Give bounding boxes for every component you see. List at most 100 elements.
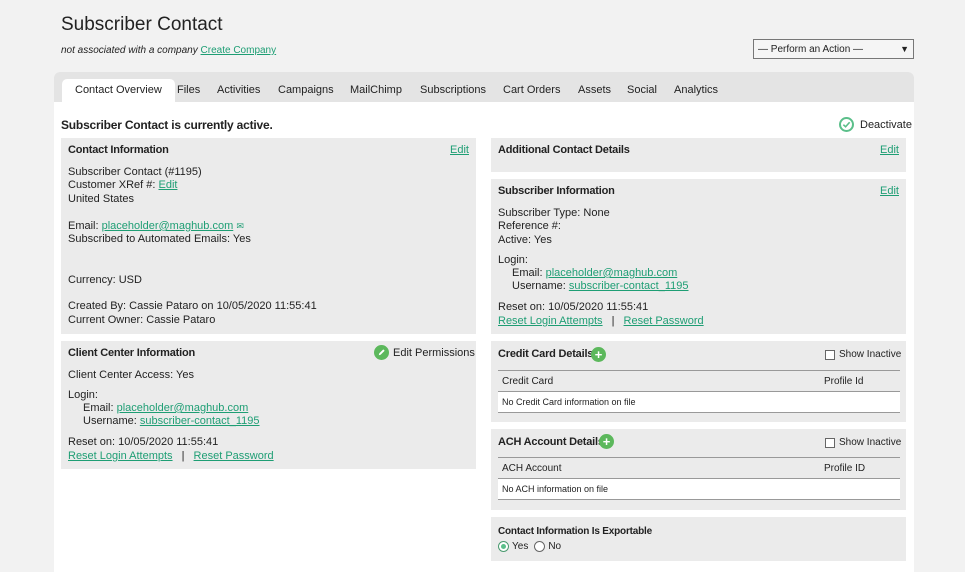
card-title: Credit Card Details: [498, 348, 594, 360]
column-header: Credit Card: [502, 376, 554, 387]
username-link[interactable]: subscriber-contact_1195: [569, 280, 689, 292]
reset-on-line: Reset on: 10/05/2020 11:55:41: [68, 436, 219, 448]
card-title: Contact Information: [68, 144, 169, 156]
show-inactive-checkbox[interactable]: [825, 437, 835, 448]
login-label: Login:: [498, 254, 528, 266]
subscribed-line: Subscribed to Automated Emails: Yes: [68, 233, 251, 245]
login-email-line: Email: placeholder@maghub.com: [83, 402, 248, 414]
table-header: Credit Card Profile Id: [498, 370, 900, 392]
show-inactive-toggle[interactable]: Show Inactive: [825, 349, 901, 360]
ach-account-card: ACH Account Details + Show Inactive ACH …: [491, 429, 906, 510]
tab-campaigns[interactable]: Campaigns: [278, 84, 334, 96]
username-label: Username:: [512, 280, 566, 292]
edit-permissions-button[interactable]: Edit Permissions: [374, 345, 475, 360]
email-line: Email: placeholder@maghub.com ✉: [68, 220, 244, 232]
country: United States: [68, 193, 135, 205]
perform-action-label: — Perform an Action —: [758, 43, 864, 55]
perform-action-select[interactable]: — Perform an Action — ▼: [753, 39, 914, 59]
created-by-line: Created By: Cassie Pataro on 10/05/2020 …: [68, 300, 317, 312]
xref-line: Customer XRef #: Edit: [68, 179, 177, 191]
create-company-link[interactable]: Create Company: [201, 45, 277, 56]
currency-line: Currency: USD: [68, 274, 142, 286]
table-row: No ACH information on file: [498, 480, 900, 500]
client-access-line: Client Center Access: Yes: [68, 369, 194, 381]
email-label: Email:: [68, 220, 99, 232]
card-title: Client Center Information: [68, 347, 196, 359]
check-circle-icon: [839, 117, 854, 132]
company-note: not associated with a company: [61, 45, 198, 56]
column-header: ACH Account: [502, 463, 562, 474]
reset-on-line: Reset on: 10/05/2020 11:55:41: [498, 301, 649, 313]
deactivate-label: Deactivate: [860, 118, 912, 131]
credit-card-table: Credit Card Profile Id No Credit Card in…: [498, 370, 900, 413]
active-line: Active: Yes: [498, 234, 552, 246]
empty-message: No Credit Card information on file: [502, 397, 636, 407]
username-link[interactable]: subscriber-contact_1195: [140, 415, 260, 427]
contact-information-card: Contact Information Edit Subscriber Cont…: [61, 138, 476, 334]
tab-subscriptions[interactable]: Subscriptions: [420, 84, 486, 96]
credit-card-card: Credit Card Details + Show Inactive Cred…: [491, 341, 906, 422]
tab-files[interactable]: Files: [177, 84, 200, 96]
edit-subscriber-info-link[interactable]: Edit: [880, 185, 899, 197]
deactivate-button[interactable]: Deactivate: [839, 117, 912, 132]
separator: |: [611, 315, 615, 327]
envelope-icon[interactable]: ✉: [236, 221, 244, 231]
exportable-yes-radio[interactable]: [498, 541, 509, 552]
column-header: Profile ID: [824, 463, 866, 474]
username-label: Username:: [83, 415, 137, 427]
email-label: Email:: [83, 402, 114, 414]
email-label: Email:: [512, 267, 543, 279]
xref-label: Customer XRef #:: [68, 179, 156, 191]
reset-password-link[interactable]: Reset Password: [194, 450, 274, 462]
tab-social[interactable]: Social: [627, 84, 657, 96]
tab-analytics[interactable]: Analytics: [674, 84, 718, 96]
login-label: Login:: [68, 389, 98, 401]
no-label: No: [548, 541, 562, 552]
edit-additional-link[interactable]: Edit: [880, 144, 899, 156]
table-header: ACH Account Profile ID: [498, 457, 900, 479]
reset-password-link[interactable]: Reset Password: [624, 315, 704, 327]
contact-name-line: Subscriber Contact (#1195): [68, 166, 202, 178]
ach-table: ACH Account Profile ID No ACH informatio…: [498, 457, 900, 500]
tab-cart-orders[interactable]: Cart Orders: [503, 84, 560, 96]
show-inactive-toggle[interactable]: Show Inactive: [825, 437, 901, 448]
empty-message: No ACH information on file: [502, 484, 609, 494]
tab-activities[interactable]: Activities: [217, 84, 260, 96]
login-username-line: Username: subscriber-contact_1195: [512, 280, 689, 292]
exportable-radio-group: Yes No: [498, 541, 561, 552]
show-inactive-label: Show Inactive: [839, 349, 902, 360]
tab-contact-overview[interactable]: Contact Overview: [62, 79, 175, 102]
card-title: Contact Information Is Exportable: [498, 526, 652, 537]
reset-links: Reset Login Attempts | Reset Password: [498, 315, 704, 327]
login-username-line: Username: subscriber-contact_1195: [83, 415, 260, 427]
email-link[interactable]: placeholder@maghub.com: [102, 220, 234, 232]
separator: |: [181, 450, 185, 462]
client-center-card: Client Center Information Edit Permissio…: [61, 341, 476, 469]
yes-label: Yes: [512, 541, 529, 552]
owner-line: Current Owner: Cassie Pataro: [68, 314, 216, 326]
login-email-link[interactable]: placeholder@maghub.com: [546, 267, 678, 279]
login-email-link[interactable]: placeholder@maghub.com: [117, 402, 249, 414]
show-inactive-label: Show Inactive: [839, 437, 902, 448]
exportable-card: Contact Information Is Exportable Yes No: [491, 517, 906, 561]
tab-assets[interactable]: Assets: [578, 84, 611, 96]
show-inactive-checkbox[interactable]: [825, 349, 835, 360]
reset-login-attempts-link[interactable]: Reset Login Attempts: [498, 315, 603, 327]
chevron-down-icon: ▼: [900, 44, 909, 54]
edit-contact-info-link[interactable]: Edit: [450, 144, 469, 156]
subscriber-type-line: Subscriber Type: None: [498, 207, 610, 219]
exportable-no-radio[interactable]: [534, 541, 546, 552]
card-title: Additional Contact Details: [498, 144, 630, 156]
table-row: No Credit Card information on file: [498, 393, 900, 413]
add-ach-account-icon[interactable]: +: [599, 434, 614, 449]
tab-mailchimp[interactable]: MailChimp: [350, 84, 402, 96]
edit-xref-link[interactable]: Edit: [158, 179, 177, 191]
reset-links: Reset Login Attempts | Reset Password: [68, 450, 274, 462]
company-line: not associated with a company Create Com…: [61, 45, 276, 56]
reset-login-attempts-link[interactable]: Reset Login Attempts: [68, 450, 173, 462]
add-credit-card-icon[interactable]: +: [591, 347, 606, 362]
additional-contact-card: Additional Contact Details Edit: [491, 138, 906, 172]
subscriber-information-card: Subscriber Information Edit Subscriber T…: [491, 179, 906, 334]
card-title: Subscriber Information: [498, 185, 615, 197]
card-title: ACH Account Details: [498, 436, 604, 448]
